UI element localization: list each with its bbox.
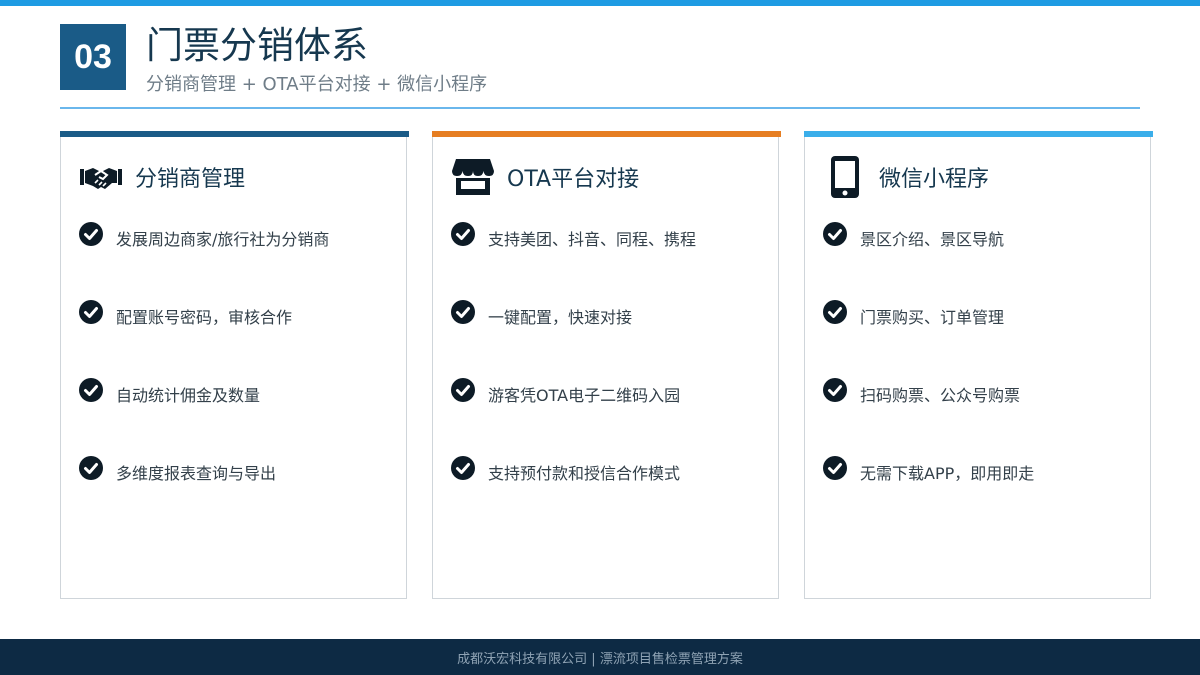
- check-circle-icon: [823, 378, 847, 402]
- list-item: 门票购买、订单管理: [823, 299, 1005, 327]
- check-circle-icon: [823, 222, 847, 246]
- list-item-text: 景区介绍、景区导航: [860, 230, 1005, 249]
- list-item: 发展周边商家/旅行社为分销商: [79, 221, 330, 249]
- list-item-text: 支持美团、抖音、同程、携程: [488, 230, 697, 249]
- card-ota-integration: OTA平台对接 支持美团、抖音、同程、携程 一键配置，快速对接 游客凭OTA电子…: [432, 131, 781, 599]
- page-subtitle: 分销商管理 + OTA平台对接 + 微信小程序: [146, 74, 488, 95]
- list-item: 一键配置，快速对接: [451, 299, 633, 327]
- slide: 03 门票分销体系 分销商管理 + OTA平台对接 + 微信小程序 分销商管理 …: [0, 0, 1200, 675]
- list-item: 游客凭OTA电子二维码入园: [451, 377, 681, 405]
- list-item-text: 游客凭OTA电子二维码入园: [488, 386, 681, 405]
- list-item: 配置账号密码，审核合作: [79, 299, 293, 327]
- check-circle-icon: [823, 300, 847, 324]
- list-item: 无需下载APP，即用即走: [823, 455, 1035, 483]
- check-circle-icon: [451, 222, 475, 246]
- check-circle-icon: [79, 378, 103, 402]
- list-item-text: 多维度报表查询与导出: [116, 464, 277, 483]
- list-item-text: 自动统计佣金及数量: [116, 386, 261, 405]
- card-title: 微信小程序: [879, 167, 990, 192]
- section-number-badge: 03: [60, 24, 126, 90]
- mobile-phone-icon: [823, 155, 867, 199]
- list-item-text: 配置账号密码，审核合作: [116, 308, 293, 327]
- list-item: 支持美团、抖音、同程、携程: [451, 221, 697, 249]
- top-accent-bar: [0, 0, 1200, 6]
- handshake-icon: [79, 155, 123, 199]
- list-item: 支持预付款和授信合作模式: [451, 455, 681, 483]
- footer-text: 成都沃宏科技有限公司 | 漂流项目售检票管理方案: [457, 651, 743, 667]
- list-item-text: 扫码购票、公众号购票: [860, 386, 1021, 405]
- check-circle-icon: [451, 300, 475, 324]
- list-item: 多维度报表查询与导出: [79, 455, 277, 483]
- check-circle-icon: [79, 300, 103, 324]
- check-circle-icon: [451, 378, 475, 402]
- card-title: OTA平台对接: [507, 167, 640, 192]
- card-accent-bar: [432, 131, 781, 137]
- list-item: 景区介绍、景区导航: [823, 221, 1005, 249]
- card-accent-bar: [804, 131, 1153, 137]
- list-item: 扫码购票、公众号购票: [823, 377, 1021, 405]
- card-wechat-mini-program: 微信小程序 景区介绍、景区导航 门票购买、订单管理 扫码购票、公众号购票 无需下…: [804, 131, 1153, 599]
- page-title: 门票分销体系: [146, 24, 368, 67]
- check-circle-icon: [823, 456, 847, 480]
- list-item-text: 一键配置，快速对接: [488, 308, 633, 327]
- footer-bar: 成都沃宏科技有限公司 | 漂流项目售检票管理方案: [0, 639, 1200, 675]
- list-item-text: 支持预付款和授信合作模式: [488, 464, 681, 483]
- card-header: 分销商管理: [79, 155, 245, 199]
- list-item-text: 发展周边商家/旅行社为分销商: [116, 230, 330, 249]
- title-divider: [60, 107, 1140, 109]
- card-header: OTA平台对接: [451, 155, 639, 199]
- list-item-text: 门票购买、订单管理: [860, 308, 1005, 327]
- card-title: 分销商管理: [135, 167, 246, 192]
- store-icon: [451, 155, 495, 199]
- check-circle-icon: [79, 222, 103, 246]
- card-accent-bar: [60, 131, 409, 137]
- list-item: 自动统计佣金及数量: [79, 377, 261, 405]
- check-circle-icon: [451, 456, 475, 480]
- list-item-text: 无需下载APP，即用即走: [860, 464, 1035, 483]
- card-header: 微信小程序: [823, 155, 989, 199]
- card-distributor-management: 分销商管理 发展周边商家/旅行社为分销商 配置账号密码，审核合作 自动统计佣金及…: [60, 131, 409, 599]
- check-circle-icon: [79, 456, 103, 480]
